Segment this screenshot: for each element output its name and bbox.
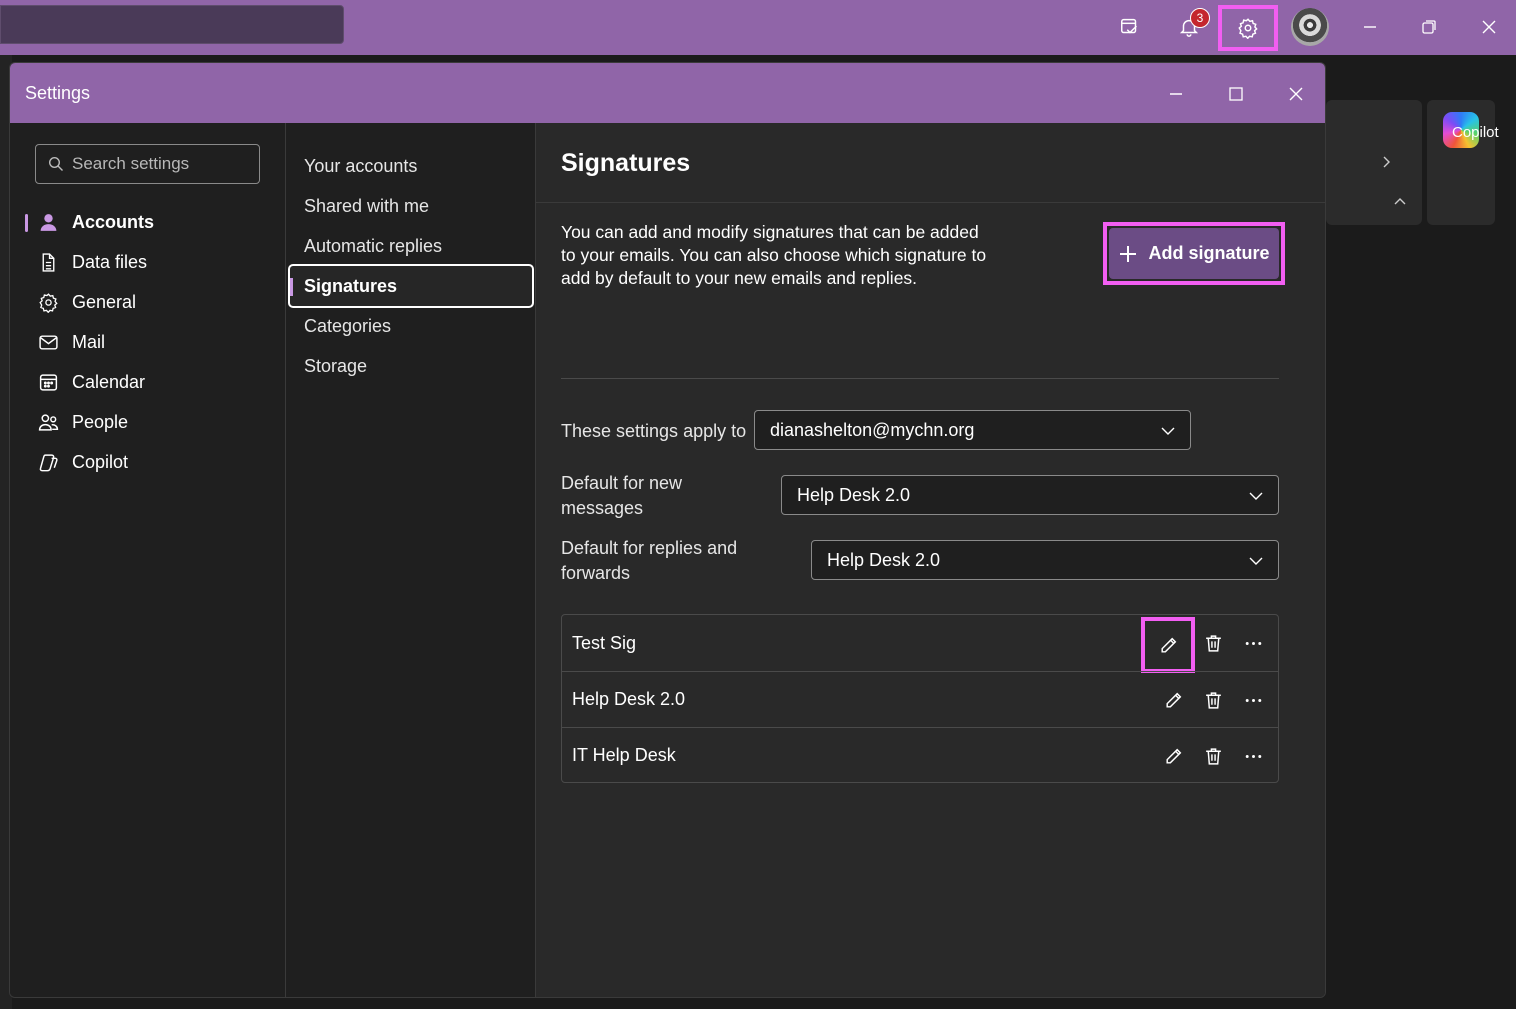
settings-category-pane: Search settings Accounts Data files Gene… — [10, 123, 285, 997]
subnav-automatic-replies[interactable]: Automatic replies — [288, 224, 534, 268]
chevron-down-icon — [1249, 557, 1263, 565]
nav-general[interactable]: General — [25, 284, 270, 320]
signature-list: Test Sig Help Desk 2.0 IT Help Desk — [561, 614, 1279, 783]
delete-signature-button[interactable] — [1193, 736, 1233, 776]
apply-to-label: These settings apply to — [561, 421, 747, 441]
close-icon[interactable] — [1471, 10, 1507, 44]
nav-people[interactable]: People — [25, 404, 270, 440]
list-item[interactable]: Test Sig — [562, 615, 1278, 673]
subnav-signatures[interactable]: Signatures — [288, 264, 534, 308]
settings-dialog: Settings Search settings Accounts Data f… — [9, 62, 1326, 998]
edit-signature-button[interactable] — [1153, 680, 1193, 720]
notifications-button[interactable]: 3 — [1169, 8, 1210, 46]
person-icon — [37, 211, 59, 233]
nav-copilot[interactable]: Copilot — [25, 444, 270, 480]
dialog-minimize-icon[interactable] — [1159, 77, 1193, 111]
divider — [536, 202, 1325, 203]
copilot-icon — [37, 451, 59, 473]
search-icon — [48, 156, 63, 171]
more-options-button[interactable] — [1233, 680, 1273, 720]
copilot-ribbon-label: Copilot — [1452, 124, 1499, 141]
pencil-icon — [1160, 637, 1176, 653]
chevron-down-icon — [1161, 427, 1175, 435]
trash-icon — [1205, 747, 1221, 765]
nav-calendar-label: Calendar — [72, 371, 146, 392]
more-options-button[interactable] — [1233, 736, 1273, 776]
nav-copilot-label: Copilot — [72, 451, 129, 472]
chevron-down-icon — [1249, 492, 1263, 500]
default-reply-select[interactable]: Help Desk 2.0 — [811, 540, 1279, 580]
restore-icon[interactable] — [1411, 10, 1447, 44]
settings-subcategory-pane: Your accounts Shared with me Automatic r… — [285, 123, 535, 997]
account-select[interactable]: dianashelton@mychn.org — [754, 410, 1191, 450]
plus-icon — [1120, 245, 1137, 262]
nav-data-files-label: Data files — [72, 251, 148, 272]
default-new-select[interactable]: Help Desk 2.0 — [781, 475, 1279, 515]
default-new-select-value: Help Desk 2.0 — [797, 484, 911, 505]
divider — [561, 378, 1279, 379]
nav-general-label: General — [72, 291, 137, 312]
default-reply-select-value: Help Desk 2.0 — [827, 549, 941, 570]
nav-data-files[interactable]: Data files — [25, 244, 270, 280]
my-day-icon[interactable] — [1110, 8, 1150, 46]
more-icon — [1245, 698, 1261, 702]
calendar-icon — [37, 371, 59, 393]
app-title-bar: 3 — [0, 0, 1516, 55]
avatar[interactable] — [1291, 8, 1329, 46]
default-reply-label: Default for replies and forwards — [561, 538, 738, 583]
search-settings-placeholder: Search settings — [72, 154, 190, 173]
signatures-panel: Signatures You can add and modify signat… — [535, 123, 1325, 997]
notification-badge: 3 — [1190, 8, 1210, 28]
account-select-value: dianashelton@mychn.org — [770, 419, 975, 440]
delete-signature-button[interactable] — [1193, 680, 1233, 720]
trash-icon — [1205, 634, 1221, 652]
delete-signature-button[interactable] — [1193, 623, 1233, 663]
page-title: Signatures — [561, 149, 691, 177]
add-signature-button[interactable]: Add signature — [1103, 222, 1285, 285]
nav-people-label: People — [72, 411, 129, 432]
mail-icon — [37, 331, 59, 353]
copilot-ribbon-button[interactable]: Copilot — [1427, 100, 1499, 225]
dialog-maximize-icon[interactable] — [1219, 77, 1253, 111]
subnav-storage[interactable]: Storage — [288, 344, 534, 388]
signatures-description: You can add and modify signatures that c… — [561, 222, 987, 288]
search-settings-input[interactable]: Search settings — [35, 144, 260, 184]
default-new-label: Default for new messages — [561, 473, 683, 518]
nav-accounts[interactable]: Accounts — [25, 204, 270, 240]
app-search-box[interactable] — [0, 5, 344, 44]
gear-icon — [1238, 18, 1258, 39]
settings-button[interactable] — [1218, 5, 1278, 51]
signature-name: Test Sig — [572, 632, 637, 653]
nav-mail[interactable]: Mail — [25, 324, 270, 360]
trash-icon — [1205, 691, 1221, 709]
nav-accounts-label: Accounts — [72, 211, 155, 232]
dialog-title: Settings — [25, 83, 91, 103]
signature-name: IT Help Desk — [572, 745, 676, 765]
people-icon — [37, 411, 59, 433]
subnav-your-accounts[interactable]: Your accounts — [288, 144, 534, 188]
dialog-title-bar: Settings — [10, 63, 1325, 123]
edit-signature-button[interactable] — [1141, 617, 1195, 673]
document-icon — [37, 251, 59, 273]
list-item[interactable]: IT Help Desk — [562, 727, 1278, 783]
background-ribbon-panel — [1326, 100, 1422, 225]
minimize-icon[interactable] — [1352, 10, 1388, 44]
more-options-button[interactable] — [1233, 623, 1273, 663]
dialog-close-icon[interactable] — [1279, 77, 1313, 111]
pencil-icon — [1165, 692, 1181, 708]
subnav-categories[interactable]: Categories — [288, 304, 534, 348]
subnav-shared-with-me[interactable]: Shared with me — [288, 184, 534, 228]
more-icon — [1245, 754, 1261, 758]
add-signature-label: Add signature — [1148, 243, 1270, 263]
signature-name: Help Desk 2.0 — [572, 689, 686, 709]
more-icon — [1245, 641, 1261, 645]
edit-signature-button[interactable] — [1153, 736, 1193, 776]
list-item[interactable]: Help Desk 2.0 — [562, 671, 1278, 727]
nav-calendar[interactable]: Calendar — [25, 364, 270, 400]
pencil-icon — [1165, 748, 1181, 764]
nav-mail-label: Mail — [72, 331, 106, 352]
gear-icon — [37, 291, 59, 313]
